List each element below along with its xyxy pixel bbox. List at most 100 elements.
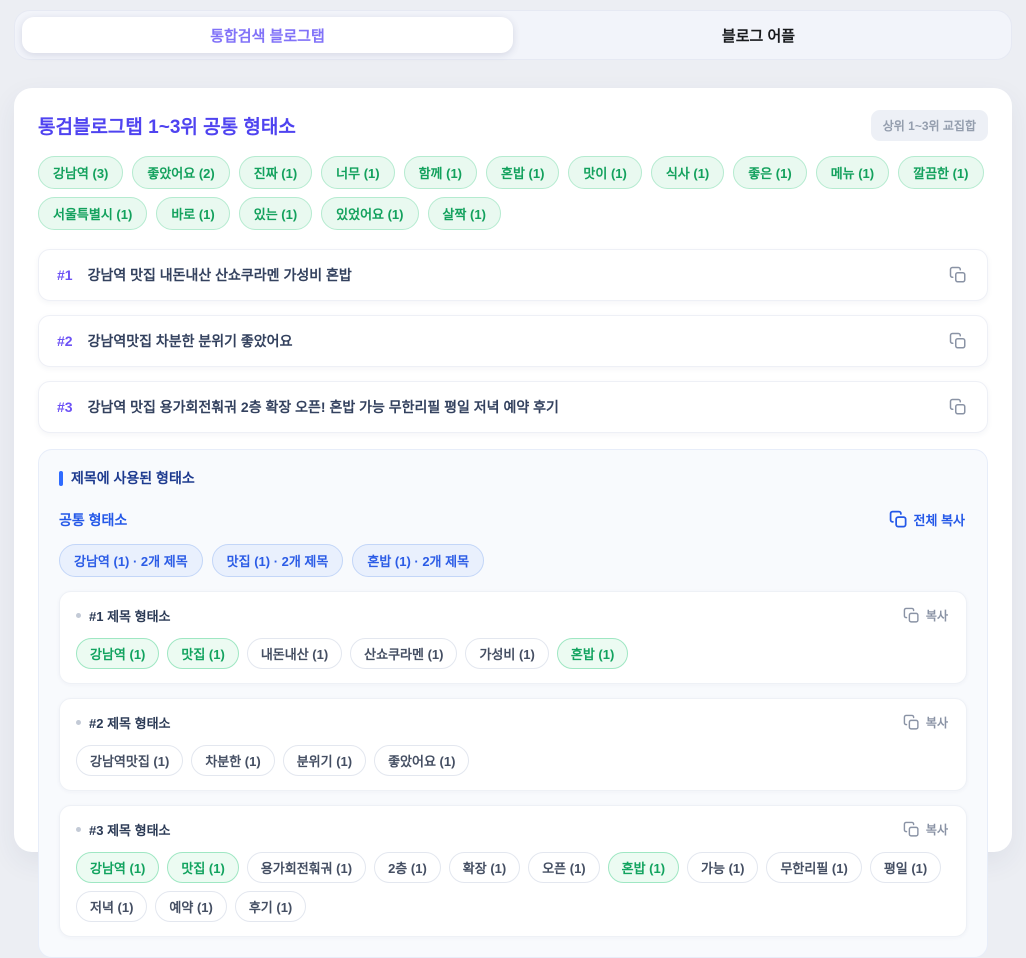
- title-morpheme-section: 제목에 사용된 형태소 공통 형태소 전체 복사 강남역 (1) · 2개 제목…: [38, 449, 988, 958]
- morpheme-pill: 메뉴 (1): [816, 156, 889, 189]
- morpheme-tag: 후기 (1): [235, 891, 306, 922]
- rank-title: 강남역맛집 차분한 분위기 좋았어요: [88, 331, 932, 351]
- rank-item-2: #2 강남역맛집 차분한 분위기 좋았어요: [38, 315, 988, 367]
- copy-icon: [949, 266, 967, 284]
- morpheme-tag: 산쇼쿠라멘 (1): [350, 638, 457, 669]
- morpheme-pill: 함께 (1): [404, 156, 477, 189]
- tab-blog-app[interactable]: 블로그 어플: [513, 17, 1004, 53]
- common-title-tag: 맛집 (1) · 2개 제목: [212, 544, 344, 577]
- morpheme-pill: 강남역 (3): [38, 156, 123, 189]
- rank-title: 강남역 맛집 내돈내산 산쇼쿠라멘 가성비 혼밥: [88, 265, 932, 285]
- copy-icon: [903, 714, 920, 731]
- morpheme-pill: 바로 (1): [156, 197, 229, 230]
- common-morpheme-row: 공통 형태소 전체 복사: [59, 508, 967, 531]
- morpheme-tag-list: 강남역 (1) 맛집 (1) 내돈내산 (1) 산쇼쿠라멘 (1) 가성비 (1…: [76, 638, 950, 669]
- morpheme-tag: 차분한 (1): [191, 745, 274, 776]
- morpheme-tag: 좋았어요 (1): [374, 745, 469, 776]
- morpheme-tag: 무한리필 (1): [766, 852, 861, 883]
- ranking-list: #1 강남역 맛집 내돈내산 산쇼쿠라멘 가성비 혼밥 #2 강남역맛집 차분한…: [38, 249, 988, 433]
- copy-button[interactable]: 복사: [901, 712, 950, 733]
- copy-icon: [949, 398, 967, 416]
- morpheme-pill: 살짝 (1): [428, 197, 501, 230]
- common-morpheme-label: 공통 형태소: [59, 510, 127, 530]
- morpheme-tag: 맛집 (1): [167, 638, 238, 669]
- rank-number: #3: [57, 399, 73, 415]
- copy-icon: [889, 510, 908, 529]
- card-title: #2 제목 형태소: [89, 713, 901, 732]
- morpheme-tag: 가능 (1): [687, 852, 758, 883]
- rank-item-1: #1 강남역 맛집 내돈내산 산쇼쿠라멘 가성비 혼밥: [38, 249, 988, 301]
- morpheme-tag: 저녁 (1): [76, 891, 147, 922]
- title-morpheme-card-3: #3 제목 형태소 복사 강남역 (1) 맛집 (1) 용가회전훠궈 (1) 2: [59, 805, 967, 937]
- copy-icon: [903, 821, 920, 838]
- section-accent-bar: [59, 471, 63, 486]
- section-title: 제목에 사용된 형태소: [71, 468, 195, 488]
- morpheme-pill: 식사 (1): [651, 156, 724, 189]
- morpheme-tag-list: 강남역 (1) 맛집 (1) 용가회전훠궈 (1) 2층 (1) 확장 (1) …: [76, 852, 950, 922]
- morpheme-tag-list: 강남역맛집 (1) 차분한 (1) 분위기 (1) 좋았어요 (1): [76, 745, 950, 776]
- morpheme-pill: 좋은 (1): [733, 156, 806, 189]
- common-title-tag: 강남역 (1) · 2개 제목: [59, 544, 203, 577]
- rank-number: #1: [57, 267, 73, 283]
- morpheme-tag: 확장 (1): [449, 852, 520, 883]
- morpheme-tag: 혼밥 (1): [608, 852, 679, 883]
- morpheme-tag: 강남역 (1): [76, 852, 159, 883]
- copy-button[interactable]: 복사: [901, 819, 950, 840]
- morpheme-pill: 혼밥 (1): [486, 156, 559, 189]
- card-header: #3 제목 형태소 복사: [76, 819, 950, 840]
- copy-button[interactable]: 복사: [901, 605, 950, 626]
- morpheme-tag: 용가회전훠궈 (1): [247, 852, 366, 883]
- common-morpheme-pill-list: 강남역 (3) 좋았어요 (2) 진짜 (1) 너무 (1) 함께 (1) 혼밥…: [38, 156, 988, 230]
- card-title: #1 제목 형태소: [89, 606, 901, 625]
- page-title: 통검블로그탭 1~3위 공통 형태소: [38, 112, 296, 139]
- common-title-tag-list: 강남역 (1) · 2개 제목 맛집 (1) · 2개 제목 혼밥 (1) · …: [59, 544, 967, 577]
- morpheme-tag: 분위기 (1): [283, 745, 366, 776]
- morpheme-pill: 서울특별시 (1): [38, 197, 147, 230]
- morpheme-pill: 있었어요 (1): [321, 197, 418, 230]
- morpheme-tag: 혼밥 (1): [557, 638, 628, 669]
- card-title: #3 제목 형태소: [89, 820, 901, 839]
- rank-range-badge: 상위 1~3위 교집합: [871, 110, 988, 141]
- copy-button[interactable]: [947, 330, 969, 352]
- copy-button[interactable]: [947, 264, 969, 286]
- morpheme-tag: 예약 (1): [155, 891, 226, 922]
- rank-item-3: #3 강남역 맛집 용가회전훠궈 2층 확장 오픈! 혼밥 가능 무한리필 평일…: [38, 381, 988, 433]
- rank-title: 강남역 맛집 용가회전훠궈 2층 확장 오픈! 혼밥 가능 무한리필 평일 저녁…: [88, 397, 932, 417]
- copy-label: 복사: [926, 607, 948, 624]
- bullet-icon: [76, 613, 81, 618]
- card-header: #2 제목 형태소 복사: [76, 712, 950, 733]
- morpheme-tag: 강남역맛집 (1): [76, 745, 183, 776]
- copy-button[interactable]: [947, 396, 969, 418]
- copy-label: 복사: [926, 714, 948, 731]
- morpheme-pill: 너무 (1): [321, 156, 394, 189]
- rank-number: #2: [57, 333, 73, 349]
- copy-all-button[interactable]: 전체 복사: [887, 508, 967, 531]
- morpheme-pill: 깔끔한 (1): [898, 156, 983, 189]
- copy-icon: [903, 607, 920, 624]
- morpheme-pill: 진짜 (1): [239, 156, 312, 189]
- morpheme-tag: 평일 (1): [870, 852, 941, 883]
- copy-label: 복사: [926, 821, 948, 838]
- morpheme-tag: 2층 (1): [374, 852, 441, 883]
- morpheme-pill: 맛이 (1): [568, 156, 641, 189]
- morpheme-tag: 맛집 (1): [167, 852, 238, 883]
- copy-icon: [949, 332, 967, 350]
- morpheme-tag: 오픈 (1): [528, 852, 599, 883]
- title-morpheme-card-2: #2 제목 형태소 복사 강남역맛집 (1) 차분한 (1) 분위기 (1) 좋: [59, 698, 967, 791]
- morpheme-pill: 있는 (1): [239, 197, 312, 230]
- morpheme-pill: 좋았어요 (2): [132, 156, 229, 189]
- title-morpheme-card-1: #1 제목 형태소 복사 강남역 (1) 맛집 (1) 내돈내산 (1) 산쇼쿠: [59, 591, 967, 684]
- panel-title-row: 통검블로그탭 1~3위 공통 형태소 상위 1~3위 교집합: [38, 110, 988, 141]
- morpheme-tag: 가성비 (1): [465, 638, 548, 669]
- bullet-icon: [76, 720, 81, 725]
- main-panel: 통검블로그탭 1~3위 공통 형태소 상위 1~3위 교집합 강남역 (3) 좋…: [14, 88, 1012, 852]
- card-header: #1 제목 형태소 복사: [76, 605, 950, 626]
- copy-all-label: 전체 복사: [914, 510, 965, 529]
- morpheme-tag: 강남역 (1): [76, 638, 159, 669]
- top-tab-bar: 통합검색 블로그탭 블로그 어플: [14, 10, 1012, 60]
- common-title-tag: 혼밥 (1) · 2개 제목: [352, 544, 484, 577]
- tab-integrated-search-blog[interactable]: 통합검색 블로그탭: [22, 17, 513, 53]
- section-header: 제목에 사용된 형태소: [59, 468, 967, 488]
- morpheme-tag: 내돈내산 (1): [247, 638, 342, 669]
- bullet-icon: [76, 827, 81, 832]
